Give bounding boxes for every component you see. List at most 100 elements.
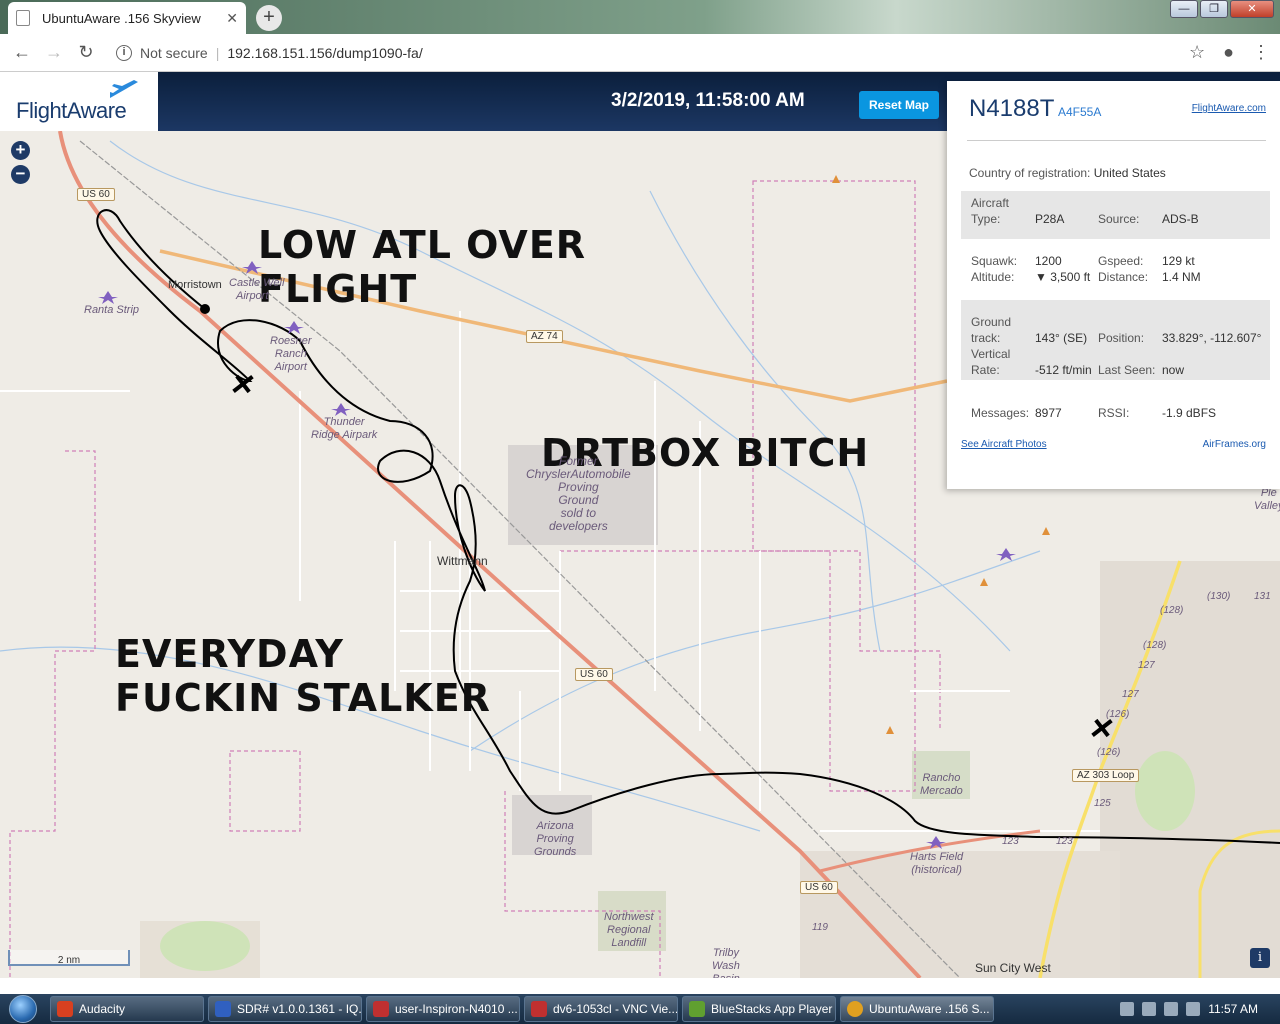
info-icon[interactable]: i [116,44,132,61]
airport-icons [98,261,1016,849]
map-info-button[interactable]: i [1250,948,1270,968]
type-source-row: Aircraft Type: P28A Source: ADS-B [961,191,1270,239]
mile-marker: (128) [1143,640,1167,651]
back-arrow-icon[interactable]: ← [6,42,38,63]
country-value: United States [1093,166,1166,180]
url-text[interactable]: 192.168.151.156/dump1090-fa/ [227,45,422,61]
mile-marker: (126) [1106,709,1130,720]
park-area [1135,751,1195,831]
airframes-link[interactable]: AirFrames.org [1203,439,1266,450]
minimize-button[interactable]: — [1170,0,1198,18]
page-favicon-icon [16,10,30,26]
bookmark-star-icon[interactable]: ☆ [1189,42,1205,63]
map-timestamp: 3/2/2019, 11:58:00 AM [611,90,805,111]
road-shield-az74: AZ 74 [526,330,563,343]
panel-links: See Aircraft Photos AirFrames.org [961,439,1270,450]
taskbar-item-audacity[interactable]: Audacity [50,996,204,1022]
taskbar-item-vnc-dv6[interactable]: dv6-1053cl - VNC Vie... [524,996,678,1022]
track-value: 143° (SE) [1035,331,1088,345]
wash [469,550,1041,752]
mile-marker: 123 [1056,836,1073,847]
road-shield-us60: US 60 [77,188,115,201]
squawk-value: 1200 [1035,254,1062,268]
taskbar-item-label: BlueStacks App Player [711,1002,833,1016]
logo-text: FlightAware [16,98,127,123]
tab-close-icon[interactable]: ✕ [226,10,238,27]
taskbar-item-vnc-inspiron[interactable]: user-Inspiron-N4010 ... [366,996,520,1022]
mile-marker: 125 [1094,798,1111,809]
taskbar-item-sdr[interactable]: SDR# v1.0.0.1361 - IQ... [208,996,362,1022]
taskbar-item-bluestacks[interactable]: BlueStacks App Player [682,996,836,1022]
place-harts-field: Harts Field (historical) [910,851,964,876]
zoom-out-button[interactable]: − [11,165,30,184]
forward-arrow-icon[interactable]: → [38,42,70,63]
windows-taskbar: Audacity SDR# v1.0.0.1361 - IQ... user-I… [0,994,1280,1024]
position-value: 33.829°, -112.607° [1162,331,1262,345]
track-position-row: Ground track: 143° (SE) Position: 33.829… [961,300,1270,380]
volume-icon[interactable] [1186,1002,1201,1016]
gspeed-value: 129 kt [1162,254,1195,268]
track-label: Ground track: [971,315,1012,345]
sdr-icon [215,1001,231,1017]
track-start-dot [200,304,210,314]
browser-tab[interactable]: UbuntuAware .156 Skyview ✕ [8,2,246,34]
start-button[interactable] [0,994,46,1024]
overlay-text-low-atl-1: LOW ATL OVER [258,223,587,267]
park-area [160,921,250,971]
mile-marker: (130) [1207,591,1231,602]
source-label: Source: [1098,212,1140,226]
reset-map-button[interactable]: Reset Map [859,91,939,119]
mile-marker: 131 [1254,591,1271,602]
position-label: Position: [1098,331,1145,345]
taskbar-item-label: Audacity [79,1002,126,1016]
network-icon[interactable] [1142,1002,1157,1016]
place-northwest-landfill: Northwest Regional Landfill [604,911,654,949]
road-shield-az303: AZ 303 Loop [1072,769,1140,782]
place-pleasant-valley: Ple Valley [1254,487,1280,512]
distance-value: 1.4 NM [1162,270,1201,284]
rssi-value: -1.9 dBFS [1162,406,1217,420]
altitude-value: ▼ 3,500 ft [1035,270,1091,284]
taskbar-item-label: user-Inspiron-N4010 ... [395,1002,518,1016]
place-roesner-ranch: Roesner Ranch Airport [270,335,312,373]
lastseen-value: now [1162,363,1185,377]
taskbar-item-label: SDR# v1.0.0.1361 - IQ... [237,1002,362,1016]
distance-label: Distance: [1098,270,1149,284]
profile-icon[interactable]: ● [1223,42,1234,63]
close-window-button[interactable]: ✕ [1230,0,1274,18]
mile-marker: (126) [1097,747,1121,758]
map-scale-bar: 2 nm [8,950,130,966]
mile-marker: 123 [1002,836,1019,847]
restore-button[interactable]: ❐ [1200,0,1228,18]
mile-marker: 127 [1138,660,1155,671]
place-chrysler-ground: Former ChryslerAutomobile Proving Ground… [526,454,631,533]
taskbar-item-label: UbuntuAware .156 S... [869,1002,990,1016]
taskbar-item-label: dv6-1053cl - VNC Vie... [553,1002,678,1016]
menu-kebab-icon[interactable]: ⋮ [1252,42,1270,63]
aircraft-photos-link[interactable]: See Aircraft Photos [961,439,1047,450]
new-tab-button[interactable]: + [256,5,282,31]
panel-divider [967,140,1266,141]
vrate-label: Vertical Rate: [971,347,1011,377]
boundary [229,750,301,832]
road-shield-us60: US 60 [800,881,838,894]
place-thunder-ridge: Thunder Ridge Airpark [311,416,378,441]
zoom-in-button[interactable]: + [11,141,30,160]
taskbar-item-chrome[interactable]: UbuntuAware .156 S... [840,996,994,1022]
place-wittmann: Wittmann [437,554,488,568]
speaker-icon[interactable] [1120,1002,1135,1016]
chrome-icon [847,1001,863,1017]
mile-marker: (128) [1160,605,1184,616]
place-sun-city-west: Sun City West [975,961,1051,975]
tray-app-icon[interactable] [1164,1002,1179,1016]
reload-icon[interactable]: ↻ [70,42,102,63]
security-status[interactable]: Not secure [140,45,208,61]
country-row: Country of registration: United States [969,166,1166,180]
place-trilby-wash: Trilby Wash Basin [712,947,740,978]
window-controls: — ❐ ✕ [1168,0,1274,18]
flightaware-logo[interactable]: FlightAware [0,72,158,131]
place-castle-well-airport: Airport [236,290,269,302]
flightaware-link[interactable]: FlightAware.com [1192,103,1266,114]
type-label: Aircraft Type: [971,196,1010,226]
taskbar-clock[interactable]: 11:57 AM [1208,1002,1258,1016]
